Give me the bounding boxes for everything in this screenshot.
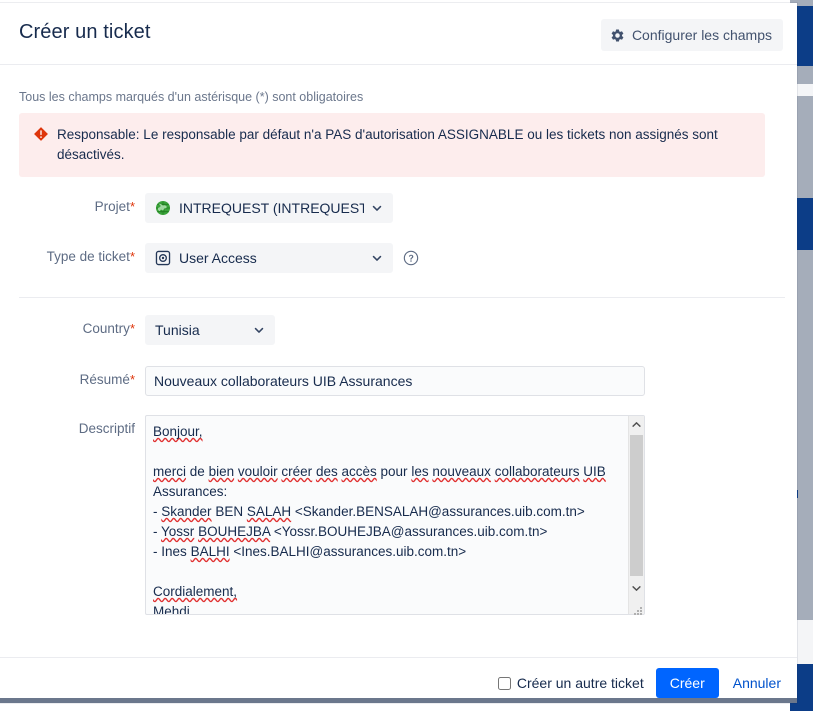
create-another-ticket-option[interactable]: Créer un autre ticket bbox=[497, 675, 644, 691]
field-row-summary: Résumé* bbox=[0, 366, 645, 396]
description-wrapper: Bonjour, merci de bien vouloir créer des… bbox=[145, 415, 645, 615]
create-issue-dialog: Créer un ticket Configurer les champs To… bbox=[0, 3, 797, 703]
footer-actions: Créer un autre ticket Créer Annuler bbox=[497, 668, 781, 698]
help-circle-icon[interactable] bbox=[403, 250, 419, 266]
field-row-country: Country* Tunisia bbox=[0, 315, 275, 345]
country-value: Tunisia bbox=[155, 322, 200, 338]
required-fields-note: Tous les champs marqués d'un astérisque … bbox=[19, 90, 364, 104]
issue-type-value: User Access bbox=[179, 250, 257, 266]
description-textarea[interactable]: Bonjour, merci de bien vouloir créer des… bbox=[145, 415, 645, 615]
dialog-body: Tous les champs marqués d'un astérisque … bbox=[0, 65, 797, 657]
configure-fields-button[interactable]: Configurer les champs bbox=[600, 19, 783, 51]
configure-fields-label: Configurer les champs bbox=[631, 27, 772, 43]
required-asterisk: * bbox=[129, 199, 135, 214]
description-scrollbar[interactable] bbox=[628, 416, 644, 614]
dialog-footer: Créer un autre ticket Créer Annuler bbox=[0, 657, 797, 703]
scrollbar-thumb[interactable] bbox=[630, 435, 643, 576]
issue-type-label: Type de ticket* bbox=[46, 249, 135, 264]
window-bottom-edge bbox=[0, 698, 797, 703]
country-label: Country* bbox=[82, 321, 135, 336]
dialog-header: Créer un ticket Configurer les champs bbox=[0, 3, 797, 65]
error-diamond-icon bbox=[33, 126, 49, 142]
required-asterisk: * bbox=[129, 249, 135, 264]
issue-type-icon bbox=[155, 250, 171, 266]
globe-icon bbox=[155, 200, 171, 216]
create-button[interactable]: Créer bbox=[655, 668, 719, 698]
project-label: Projet* bbox=[94, 199, 135, 214]
error-banner: Responsable: Le responsable par défaut n… bbox=[19, 113, 765, 177]
chevron-down-icon bbox=[370, 251, 384, 265]
create-another-ticket-label: Créer un autre ticket bbox=[516, 675, 644, 691]
section-divider bbox=[19, 297, 785, 298]
required-asterisk: * bbox=[129, 372, 135, 387]
cancel-link[interactable]: Annuler bbox=[733, 675, 781, 691]
gear-icon bbox=[610, 28, 625, 43]
error-message: Responsable: Le responsable par défaut n… bbox=[57, 127, 718, 162]
field-row-project: Projet* INTREQUEST (INTREQUEST) bbox=[0, 193, 393, 223]
create-another-ticket-checkbox[interactable] bbox=[497, 676, 511, 690]
project-select[interactable]: INTREQUEST (INTREQUEST) bbox=[145, 193, 393, 223]
scroll-up-arrow-icon[interactable] bbox=[629, 416, 644, 433]
issue-type-select[interactable]: User Access bbox=[145, 243, 393, 273]
field-row-description: Descriptif Bonjour, merci de bien vouloi… bbox=[0, 415, 645, 615]
resize-grip-icon[interactable] bbox=[633, 603, 643, 615]
chevron-down-icon bbox=[252, 323, 266, 337]
summary-input[interactable] bbox=[145, 366, 645, 396]
page-title: Créer un ticket bbox=[19, 21, 151, 43]
description-label: Descriptif bbox=[78, 421, 135, 436]
chevron-down-icon bbox=[370, 201, 384, 215]
scroll-down-arrow-icon[interactable] bbox=[629, 580, 644, 597]
required-asterisk: * bbox=[129, 321, 135, 336]
field-row-issue-type: Type de ticket* User Access bbox=[0, 243, 419, 273]
summary-label: Résumé* bbox=[79, 372, 135, 387]
country-select[interactable]: Tunisia bbox=[145, 315, 275, 345]
project-value: INTREQUEST (INTREQUEST) bbox=[179, 200, 364, 216]
